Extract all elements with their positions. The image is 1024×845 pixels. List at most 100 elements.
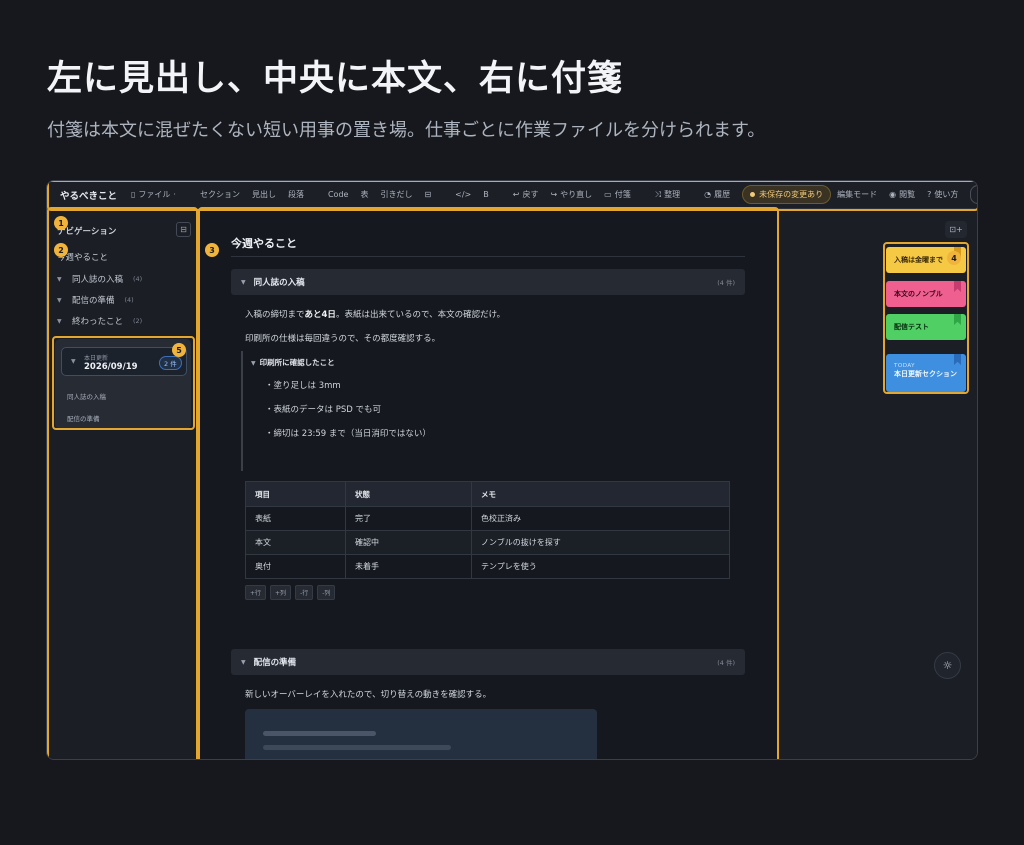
list-item: ・表紙のデータは PSD でも可 [265, 405, 381, 415]
caret-down-icon: ▼ [57, 296, 62, 304]
layout-icon[interactable]: ⊟ [424, 190, 431, 199]
file-menu[interactable]: ▯ ファイル · [131, 189, 176, 200]
chevron-down-icon: · [173, 190, 176, 199]
add-row-button[interactable]: +行 [245, 585, 267, 600]
status-table: 項目 状態 メモ 表紙 完了 色校正済み 本文 確認中 ノンブルの抜けを探す 奥… [245, 481, 730, 579]
paragraph: 印刷所の仕様は毎回違うので、その都度確認する。 [245, 334, 441, 344]
paragraph: 入稿の締切まであと4日。表紙は出来ているので、本文の確認だけ。 [245, 310, 506, 320]
caret-down-icon: ▼ [57, 275, 62, 283]
callout-badge-2: 2 [54, 243, 68, 257]
table-cell[interactable]: 色校正済み [471, 506, 730, 531]
table-cell[interactable]: 未着手 [345, 554, 472, 579]
collapse-sidebar-icon[interactable]: ⊟ [176, 222, 191, 237]
sticky-note-today[interactable]: TODAY 本日更新セクション [886, 354, 966, 392]
list-item: ・締切は 23:59 まで（当日消印ではない） [265, 429, 431, 439]
updated-date: 2026/09/19 [84, 362, 138, 372]
app-window: やるべきこと ▯ ファイル · セクション 見出し 段落 Code 表 引きだし ⊟… [46, 180, 978, 760]
toolbar: やるべきこと ▯ ファイル · セクション 見出し 段落 Code 表 引きだし ⊟… [47, 181, 978, 209]
sticky-note-icon: ▭ [604, 190, 612, 199]
sidebar-item-doujinshi[interactable]: ▼ 同人誌の入稿 (4) [57, 273, 142, 285]
question-icon: ? [927, 190, 932, 199]
sidebar-item-done[interactable]: ▼ 終わったこと (2) [57, 315, 142, 327]
callout-badge-5: 5 [172, 343, 186, 357]
table-cell[interactable]: テンプレを使う [471, 554, 730, 579]
callout-badge-3: 3 [205, 243, 219, 257]
code-button[interactable]: Code [328, 190, 348, 199]
paragraph-button[interactable]: 段落 [288, 189, 304, 200]
settings-button[interactable]: ⚙設 [970, 185, 978, 204]
table-header-row: 項目 状態 メモ [245, 481, 730, 507]
history-button[interactable]: ◔ 履歴 [704, 189, 730, 200]
heading-button[interactable]: 見出し [252, 189, 276, 200]
bookmark-icon [954, 281, 961, 292]
section-header[interactable]: ▼ 配信の準備 (4 件) [231, 649, 745, 675]
status-dot-icon [750, 192, 756, 197]
divider [231, 256, 745, 257]
redo-button[interactable]: ↪ やり直し [550, 189, 592, 200]
table-row: 表紙 完了 色校正済み [245, 506, 730, 531]
caret-down-icon: ▼ [57, 317, 62, 325]
table-button[interactable]: 表 [360, 189, 368, 200]
bold-button[interactable]: B [483, 190, 489, 199]
sticky-note[interactable]: 配信テスト [886, 314, 966, 340]
table-cell[interactable]: 完了 [345, 506, 472, 531]
gear-icon: ⚙ [977, 190, 978, 199]
file-icon: ▯ [131, 190, 136, 199]
undo-button[interactable]: ↩ 戻す [513, 189, 539, 200]
document-title: 今週やること [231, 237, 297, 250]
media-placeholder [245, 709, 597, 759]
page-title: 左に見出し、中央に本文、右に付箋 [47, 59, 624, 99]
sidebar-item-stream[interactable]: ▼ 配信の準備 (4) [57, 294, 134, 306]
quote-button[interactable]: 引きだし [380, 189, 412, 200]
count-badge: 2 件 [159, 356, 182, 370]
updated-link[interactable]: 同人誌の入稿 [67, 391, 106, 401]
editor-body[interactable]: 今週やること ▼ 同人誌の入稿 (4 件) 入稿の締切まであと4日。表紙は出来て… [199, 209, 779, 759]
shuffle-icon: ⤨ [654, 189, 662, 199]
eye-icon: ◉ [889, 190, 897, 199]
view-button[interactable]: ◉ 閲覧 [889, 189, 915, 200]
organize-button[interactable]: ⤨ 整理 [655, 189, 680, 200]
caret-down-icon: ▼ [241, 658, 246, 666]
updated-link[interactable]: 配信の準備 [67, 413, 100, 423]
bookmark-icon [954, 314, 961, 325]
quote-header[interactable]: ▼ 印刷所に確認したこと [251, 357, 335, 368]
add-sticky-icon[interactable]: ⊡+ [945, 221, 967, 238]
section-header[interactable]: ▼ 同人誌の入稿 (4 件) [231, 269, 745, 295]
sidebar-navigation: ナビゲーション ⊟ 今週やること ▼ 同人誌の入稿 (4) ▼ 配信の準備 (4) ▼ 終… [47, 209, 197, 759]
page-subtitle: 付箋は本文に混ぜたくない短い用事の置き場。仕事ごとに作業ファイルを分けられます。 [47, 120, 766, 141]
caret-down-icon: ▼ [241, 278, 246, 286]
unsaved-status-badge: 未保存の変更あり [742, 185, 832, 204]
column-header: 状態 [345, 481, 472, 507]
table-cell[interactable]: ノンブルの抜けを探す [471, 530, 730, 555]
theme-toggle-icon[interactable]: ☼ [934, 652, 961, 679]
table-cell[interactable]: 確認中 [345, 530, 472, 555]
inline-code-icon[interactable]: </> [455, 190, 471, 199]
edit-mode-toggle[interactable]: 編集モード [837, 189, 877, 200]
table-cell[interactable]: 本文 [245, 530, 346, 555]
column-header: 項目 [245, 481, 346, 507]
table-cell[interactable]: 奥付 [245, 554, 346, 579]
quote-bar [241, 351, 243, 471]
sticky-notes-pane: ⊡+ 入稿は金曜まで 本文のノンブル 配信テスト TODAY 本日更新セクション… [779, 209, 977, 759]
callout-badge-1: 1 [54, 216, 68, 230]
updated-today-header[interactable]: ▼ 本日更新 2026/09/19 2 件 [61, 347, 187, 376]
sticky-note[interactable]: 本文のノンブル [886, 281, 966, 307]
help-button[interactable]: ? 使い方 [927, 189, 958, 200]
redo-icon: ↪ [550, 190, 558, 199]
column-header: メモ [471, 481, 730, 507]
table-controls: +行 +列 -行 -列 [245, 585, 336, 600]
table-row: 本文 確認中 ノンブルの抜けを探す [245, 530, 730, 555]
sticky-button[interactable]: ▭ 付箋 [604, 189, 631, 200]
history-icon: ◔ [704, 190, 712, 199]
add-column-button[interactable]: +列 [270, 585, 292, 600]
skeleton-line [263, 745, 451, 750]
list-item: ・塗り足しは 3mm [265, 381, 341, 391]
section-button[interactable]: セクション [200, 189, 240, 200]
table-cell[interactable]: 表紙 [245, 506, 346, 531]
undo-icon: ↩ [512, 190, 520, 199]
remove-column-button[interactable]: -列 [317, 585, 336, 600]
caret-down-icon: ▼ [71, 358, 76, 365]
updated-today-card: ▼ 本日更新 2026/09/19 2 件 同人誌の入稿 配信の準備 [55, 339, 191, 429]
app-brand: やるべきこと [60, 190, 118, 202]
remove-row-button[interactable]: -行 [295, 585, 314, 600]
